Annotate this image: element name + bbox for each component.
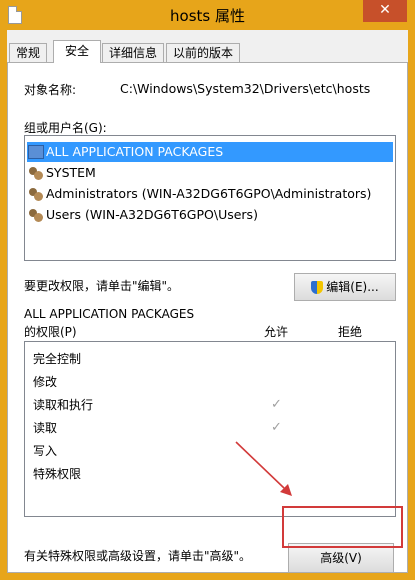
annotation-arrow-icon: [235, 441, 292, 496]
tab-security[interactable]: 安全: [53, 40, 101, 63]
properties-window: hosts 属性 ✕ 常规 安全 详细信息 以前的版本 对象名称: C:\Win…: [0, 0, 415, 580]
